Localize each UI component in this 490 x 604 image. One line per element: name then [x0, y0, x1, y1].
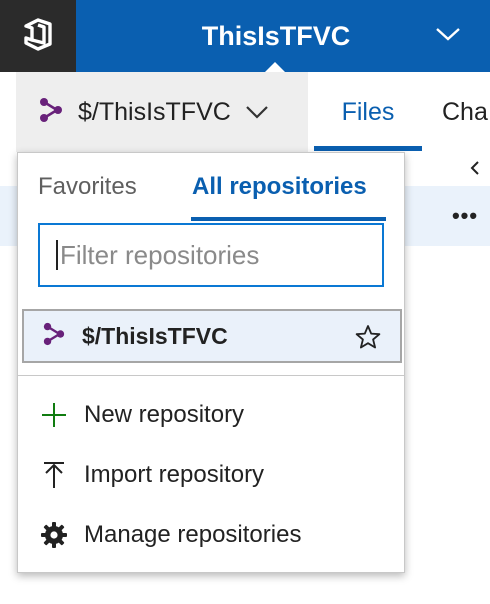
plus-icon: [40, 400, 68, 430]
chevron-down-icon: [245, 105, 269, 119]
tab-files-selected-indicator: [314, 146, 422, 151]
header-notch: [265, 62, 285, 72]
repo-branch-icon: [38, 97, 64, 128]
gear-icon: [40, 520, 68, 550]
star-outline-icon[interactable]: [354, 323, 382, 351]
menu-divider: [18, 375, 404, 376]
filter-repositories-input[interactable]: [60, 239, 350, 271]
more-actions-button[interactable]: •••: [448, 203, 482, 228]
import-repository-button[interactable]: Import repository: [18, 447, 404, 503]
collapse-pane-button[interactable]: [466, 158, 484, 182]
project-dropdown-button[interactable]: [432, 20, 464, 52]
tab-favorites[interactable]: Favorites: [38, 173, 137, 201]
import-arrow-icon: [40, 460, 68, 490]
repo-branch-icon: [42, 322, 66, 351]
tab-all-repositories[interactable]: All repositories: [192, 173, 367, 201]
filter-repositories-field[interactable]: [38, 223, 384, 287]
new-repository-button[interactable]: New repository: [18, 387, 404, 443]
repository-dropdown: Favorites All repositories $/ThisIsTFVC: [17, 152, 405, 573]
tab-changesets[interactable]: Cha: [442, 72, 488, 152]
new-repository-label: New repository: [84, 401, 245, 428]
import-repository-label: Import repository: [84, 461, 265, 488]
product-logo[interactable]: [0, 0, 76, 72]
azure-devops-logo-icon: [18, 14, 58, 59]
chevron-left-icon: [470, 160, 480, 181]
tab-files[interactable]: Files: [314, 72, 422, 152]
manage-repositories-label: Manage repositories: [84, 521, 302, 548]
top-header-bar: ThisIsTFVC: [0, 0, 490, 72]
repository-name: $/ThisIsTFVC: [82, 322, 228, 349]
text-cursor: [56, 240, 58, 270]
repository-picker[interactable]: $/ThisIsTFVC: [16, 72, 308, 152]
tab-all-repositories-indicator: [191, 217, 386, 221]
manage-repositories-button[interactable]: Manage repositories: [18, 507, 404, 563]
repository-list-item[interactable]: $/ThisIsTFVC: [22, 309, 402, 363]
repository-picker-label: $/ThisIsTFVC: [78, 97, 231, 126]
chevron-down-icon: [435, 26, 461, 47]
